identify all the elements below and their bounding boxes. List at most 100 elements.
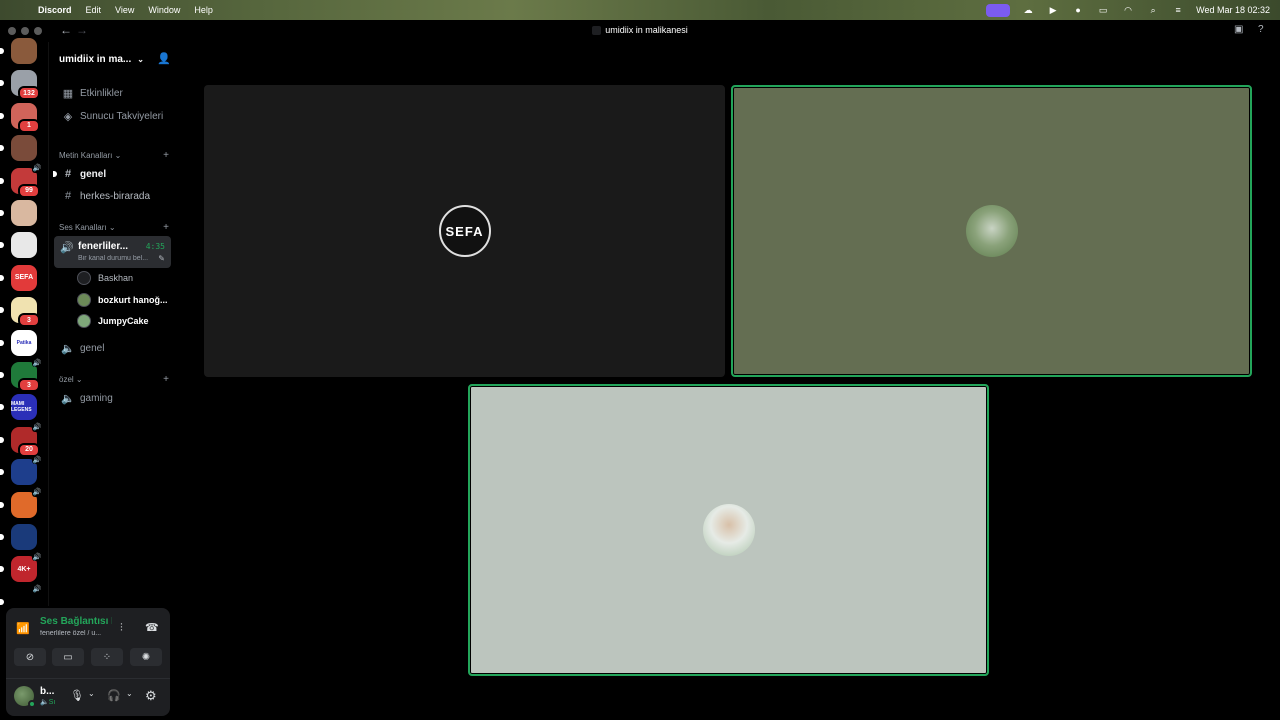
server-name: umidiix in ma...	[59, 53, 132, 65]
server-header[interactable]: umidiix in ma... ⌄ 👤	[59, 52, 171, 66]
server-icon[interactable]: 4K+ 🔊	[11, 552, 42, 583]
settings-gear-icon[interactable]: ⚙	[145, 688, 157, 704]
server-avatar	[11, 200, 37, 226]
voice-channel-genel[interactable]: 🔈 genel	[55, 338, 173, 358]
user-avatar[interactable]	[14, 686, 36, 708]
server-icon[interactable]	[11, 200, 37, 226]
participant-tile[interactable]: SEFA	[204, 85, 725, 377]
add-channel-icon[interactable]: +	[163, 222, 169, 233]
server-icon[interactable]: 🔊	[11, 455, 42, 486]
clock[interactable]: Wed Mar 18 02:32	[1196, 5, 1270, 15]
add-channel-icon[interactable]: +	[163, 374, 169, 385]
username[interactable]: b...	[40, 686, 58, 697]
chevron-down-icon[interactable]: ⌄	[126, 689, 133, 698]
category-private[interactable]: özel ⌄ +	[59, 373, 171, 385]
voice-channel-gaming[interactable]: 🔈 gaming	[55, 388, 173, 408]
menu-edit[interactable]: Edit	[86, 5, 102, 15]
server-icon[interactable]: 132	[11, 70, 40, 101]
hash-icon: #	[64, 168, 72, 180]
nav-events[interactable]: ▦ Etkinlikler	[55, 83, 173, 103]
inbox-icon[interactable]: ▣	[1234, 24, 1243, 35]
battery-icon[interactable]: ▭	[1096, 5, 1110, 15]
menu-view[interactable]: View	[115, 5, 134, 15]
chevron-down-icon: ⌄	[108, 222, 116, 232]
user-icon[interactable]: ●	[1071, 5, 1085, 15]
channel-sidebar: umidiix in ma... ⌄ 👤 ▦ Etkinlikler ◈ Sun…	[48, 42, 176, 606]
server-icon[interactable]	[11, 38, 37, 64]
category-text-channels[interactable]: Metin Kanalları ⌄ +	[59, 149, 171, 161]
server-icon[interactable]: 20 🔊	[11, 422, 42, 457]
add-member-icon[interactable]: 👤	[157, 52, 171, 65]
unread-pill	[0, 469, 4, 476]
chevron-down-icon[interactable]: ⌄	[88, 689, 95, 698]
voice-channel-active[interactable]: 🔊 fenerliler... 4:35 Bir kanal durumu be…	[54, 236, 171, 268]
play-icon[interactable]: ▶	[1046, 5, 1060, 15]
add-channel-icon[interactable]: +	[163, 150, 169, 161]
voice-member[interactable]: Baskhan	[77, 269, 133, 287]
headphones-icon[interactable]: 🎧	[107, 689, 121, 702]
pencil-icon[interactable]: ✎	[158, 254, 165, 263]
camera-off-button[interactable]: ⊘	[14, 648, 46, 666]
server-icon[interactable]: 3 🔊	[11, 358, 42, 392]
unread-pill	[0, 339, 4, 346]
server-icon[interactable]: 🔊	[11, 487, 42, 518]
server-avatar	[11, 38, 37, 64]
voice-member[interactable]: JumpyCake	[77, 312, 149, 330]
cloud-icon[interactable]: ☁	[1021, 5, 1035, 15]
disconnect-icon[interactable]: ☎	[145, 621, 159, 634]
server-avatar: SEFA	[11, 264, 37, 291]
server-icon[interactable]	[11, 232, 37, 259]
voice-member[interactable]: bozkurt hanoğ...	[77, 291, 168, 309]
control-center-icon[interactable]: ≡	[1171, 5, 1185, 15]
search-icon[interactable]: ⌕	[1146, 5, 1160, 15]
menu-window[interactable]: Window	[148, 5, 180, 15]
wifi-icon[interactable]: ◠	[1121, 5, 1135, 15]
calendar-icon: ▦	[62, 87, 74, 100]
screen-share-icon[interactable]	[986, 3, 1011, 17]
channel-herkes-birarada[interactable]: # herkes-birarada	[55, 186, 173, 206]
window-titlebar: ← → umidiix in malikanesi ▣ ?	[0, 20, 1280, 42]
server-avatar	[11, 232, 37, 259]
server-icon[interactable]: MAMI LEGENS	[11, 394, 37, 421]
server-icon[interactable]: SEFA	[11, 264, 37, 291]
server-icon[interactable]: 1	[11, 102, 40, 133]
menu-app[interactable]: Discord	[38, 5, 72, 15]
server-avatar	[11, 135, 37, 162]
unread-indicator	[53, 171, 57, 177]
unread-pill	[0, 534, 4, 540]
hash-icon: #	[64, 190, 72, 202]
mention-badge: 3	[18, 378, 40, 392]
soundboard-button[interactable]: ✺	[130, 648, 162, 666]
unread-pill	[0, 177, 4, 184]
server-icon[interactable]: 99 🔊	[11, 163, 42, 198]
server-icon[interactable]	[11, 524, 37, 550]
server-icon	[592, 26, 602, 36]
connection-subtitle[interactable]: fenerlilere özel / u...	[40, 630, 112, 637]
activities-button[interactable]: ⁘	[91, 648, 123, 666]
connection-title[interactable]: Ses Bağlantısı K	[40, 616, 112, 627]
voice-activity-icon: 🔊	[32, 163, 42, 173]
signal-icon[interactable]: 📶	[16, 622, 30, 635]
screen-share-button[interactable]: ▭	[52, 648, 84, 666]
microphone-icon[interactable]: 🎙	[70, 689, 84, 702]
nav-server-boosts[interactable]: ◈ Sunucu Takviyeleri	[55, 106, 173, 126]
mention-badge: 3	[18, 313, 40, 328]
server-rail: 132 1 99 🔊 SEFA 3 Patika 3 🔊 MAMI LEGENS 20 🔊 🔊 🔊 4K+ 🔊…	[0, 38, 48, 615]
server-icon[interactable]: Patika	[11, 329, 37, 356]
voice-channel-name: fenerliler...	[78, 241, 129, 252]
noise-suppression-icon[interactable]: ⫶	[120, 622, 123, 635]
participant-tile-speaking[interactable]	[731, 85, 1252, 377]
server-icon[interactable]: 3	[11, 297, 40, 328]
boost-icon: ◈	[63, 110, 73, 123]
category-voice-channels[interactable]: Ses Kanalları ⌄ +	[59, 221, 171, 233]
help-icon[interactable]: ?	[1258, 24, 1264, 35]
unread-pill	[0, 80, 4, 87]
channel-genel[interactable]: # genel	[53, 164, 173, 184]
unread-pill	[0, 404, 4, 411]
channel-status[interactable]: Bir kanal durumu bel...	[78, 255, 158, 262]
mention-badge: 1	[18, 118, 40, 133]
server-icon[interactable]	[11, 135, 37, 162]
participant-tile-speaking[interactable]	[468, 384, 989, 676]
menu-help[interactable]: Help	[194, 5, 213, 15]
unread-pill	[0, 274, 4, 281]
